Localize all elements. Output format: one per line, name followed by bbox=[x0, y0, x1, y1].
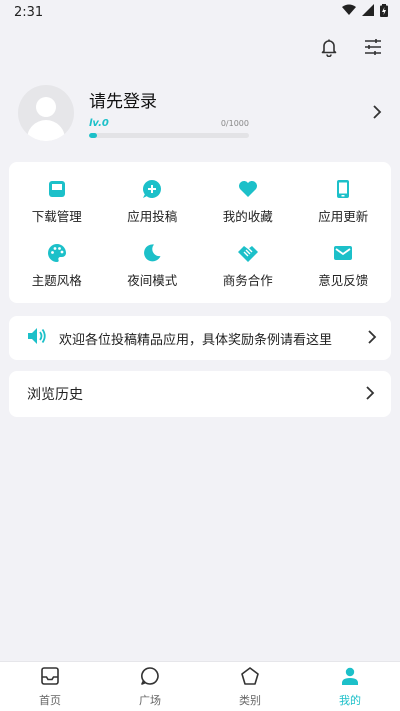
person-icon bbox=[340, 666, 360, 690]
avatar-shoulders bbox=[27, 120, 65, 141]
mail-icon bbox=[332, 242, 354, 264]
exp-progress-fill bbox=[89, 132, 97, 138]
nav-item-home[interactable]: 首页 bbox=[0, 662, 100, 711]
top-actions bbox=[318, 36, 384, 58]
grid-item-feedback[interactable]: 意见反馈 bbox=[296, 234, 392, 298]
grid-item-label: 下载管理 bbox=[31, 209, 82, 225]
level-row: lv.0 0/1000 bbox=[89, 118, 249, 129]
grid-item-night-mode[interactable]: 夜间模式 bbox=[105, 234, 201, 298]
login-prompt[interactable]: 请先登录 bbox=[89, 87, 372, 112]
nav-label: 我的 bbox=[339, 693, 361, 707]
exp-progress-bar bbox=[89, 132, 249, 138]
nav-label: 首页 bbox=[39, 693, 61, 707]
grid-item-label: 我的收藏 bbox=[222, 209, 273, 225]
speaker-icon bbox=[27, 327, 47, 349]
inbox-icon bbox=[46, 178, 68, 200]
phone-icon bbox=[332, 178, 354, 200]
nav-item-mine[interactable]: 我的 bbox=[300, 662, 400, 711]
moon-icon bbox=[141, 242, 163, 264]
chevron-right-icon bbox=[367, 329, 377, 348]
chevron-right-icon bbox=[365, 385, 375, 404]
status-time: 2:31 bbox=[14, 4, 44, 20]
bottom-nav: 首页 广场 类别 我的 bbox=[0, 661, 400, 711]
browsing-history-label: 浏览历史 bbox=[27, 387, 83, 403]
status-icons bbox=[342, 3, 388, 21]
signal-icon bbox=[362, 4, 374, 20]
grid-item-favorites[interactable]: 我的收藏 bbox=[200, 170, 296, 234]
settings-sliders-icon[interactable] bbox=[362, 36, 384, 58]
pentagon-icon bbox=[240, 666, 260, 690]
status-bar: 2:31 bbox=[0, 0, 400, 24]
browsing-history-row[interactable]: 浏览历史 bbox=[9, 371, 391, 417]
exp-value: 0/1000 bbox=[220, 118, 249, 128]
chevron-right-icon[interactable] bbox=[372, 104, 382, 123]
battery-icon bbox=[380, 3, 388, 21]
grid-item-label: 意见反馈 bbox=[318, 272, 369, 288]
notice-text: 欢迎各位投稿精品应用，具体奖励条例请看这里 bbox=[59, 332, 333, 348]
grid-item-theme[interactable]: 主题风格 bbox=[9, 234, 105, 298]
notification-bell-icon[interactable] bbox=[318, 36, 340, 58]
nav-label: 广场 bbox=[139, 693, 161, 707]
nav-item-square[interactable]: 广场 bbox=[100, 662, 200, 711]
level-label: lv.0 bbox=[89, 117, 109, 129]
heart-icon bbox=[237, 178, 259, 200]
chat-bubble-icon bbox=[140, 666, 160, 690]
nav-item-category[interactable]: 类别 bbox=[200, 662, 300, 711]
grid-item-download-manager[interactable]: 下载管理 bbox=[9, 170, 105, 234]
profile-info: 请先登录 lv.0 0/1000 bbox=[89, 89, 372, 138]
grid-item-label: 应用更新 bbox=[318, 209, 369, 225]
avatar-head bbox=[36, 97, 56, 117]
add-chat-icon bbox=[141, 178, 163, 200]
grid-item-app-submission[interactable]: 应用投稿 bbox=[105, 170, 201, 234]
grid-item-business[interactable]: 商务合作 bbox=[200, 234, 296, 298]
notice-banner[interactable]: 欢迎各位投稿精品应用，具体奖励条例请看这里 bbox=[9, 316, 391, 360]
palette-icon bbox=[46, 242, 68, 264]
home-inbox-icon bbox=[40, 666, 60, 690]
feature-grid: 下载管理 应用投稿 我的收藏 应用更新 主题风格 夜间模式 商务合作 意见反馈 bbox=[9, 162, 391, 303]
grid-item-label: 夜间模式 bbox=[127, 272, 178, 288]
nav-label: 类别 bbox=[239, 693, 261, 707]
grid-item-label: 主题风格 bbox=[31, 272, 82, 288]
grid-item-app-update[interactable]: 应用更新 bbox=[296, 170, 392, 234]
grid-item-label: 应用投稿 bbox=[127, 209, 178, 225]
handshake-icon bbox=[237, 242, 259, 264]
wifi-icon bbox=[342, 4, 356, 20]
avatar[interactable] bbox=[18, 85, 74, 141]
grid-item-label: 商务合作 bbox=[222, 272, 273, 288]
profile-section[interactable]: 请先登录 lv.0 0/1000 bbox=[18, 84, 388, 142]
